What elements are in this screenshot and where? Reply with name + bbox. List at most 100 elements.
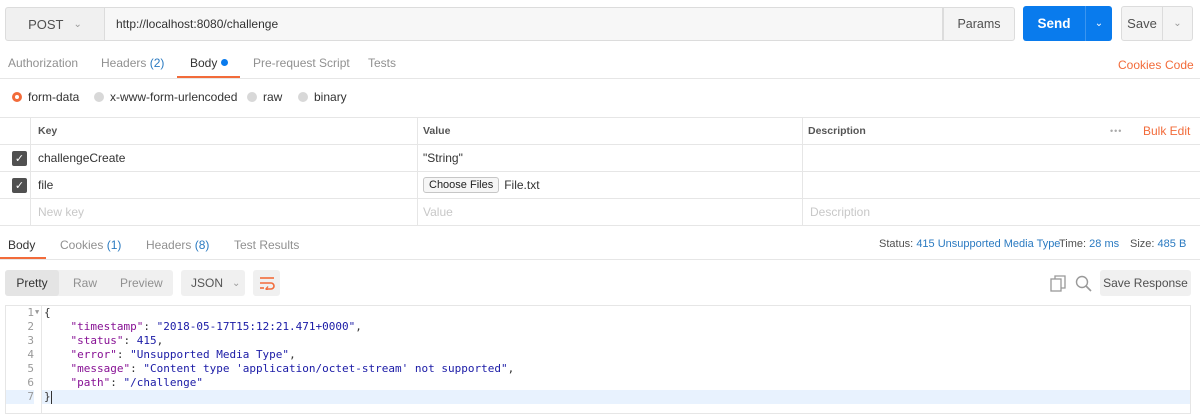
table-row: ✓ challengeCreate "String"	[0, 145, 1200, 172]
tab-headers[interactable]: Headers (2)	[101, 56, 164, 70]
file-name: File.txt	[504, 178, 540, 192]
tab-label: Cookies	[60, 238, 104, 252]
radio-icon	[298, 92, 308, 102]
new-value-input[interactable]: Value	[423, 199, 453, 225]
column-header-value: Value	[423, 125, 451, 137]
tab-count: (8)	[194, 238, 210, 252]
tab-label: Authorization	[8, 56, 79, 70]
divider	[0, 78, 1200, 79]
json-value: "Content type 'application/octet-stream'…	[143, 362, 508, 375]
code-link[interactable]: Code	[1165, 58, 1194, 72]
json-key: "path"	[70, 376, 111, 389]
time-value: 28 ms	[1089, 238, 1120, 250]
line-number: 3	[27, 334, 34, 347]
search-button[interactable]	[1074, 274, 1092, 292]
json-value: "2018-05-17T15:12:21.471+0000"	[156, 320, 356, 333]
value-input[interactable]: "String"	[423, 145, 463, 171]
tab-tests[interactable]: Tests	[368, 56, 396, 70]
line-number-gutter: 1 ▼ 2 3 4 5 6 7	[6, 306, 42, 413]
send-dropdown-button[interactable]: ⌄	[1085, 6, 1112, 41]
chevron-down-icon: ⌄	[73, 18, 82, 30]
response-time: Time: 28 ms	[1059, 238, 1119, 250]
code-line: {	[44, 306, 51, 319]
save-dropdown-button[interactable]: ⌄	[1162, 6, 1193, 41]
line-number: 4	[27, 348, 34, 361]
radio-selected-icon	[12, 92, 22, 102]
tab-body[interactable]: Body	[190, 56, 229, 70]
code-line: }	[44, 390, 51, 403]
new-key-input[interactable]: New key	[38, 199, 84, 225]
radio-binary[interactable]: binary	[298, 90, 347, 104]
code-line: "message": "Content type 'application/oc…	[70, 362, 515, 375]
format-select[interactable]: JSON ⌄	[181, 270, 245, 296]
response-tab-cookies[interactable]: Cookies (1)	[60, 238, 121, 252]
response-tab-test-results[interactable]: Test Results	[234, 238, 299, 252]
cookies-link[interactable]: Cookies	[1118, 58, 1161, 72]
tab-label: Headers	[146, 238, 192, 252]
column-divider	[30, 117, 31, 225]
json-key: "timestamp"	[70, 320, 144, 333]
view-raw-button[interactable]: Raw	[73, 270, 97, 296]
key-input[interactable]: file	[38, 172, 53, 198]
key-input[interactable]: challengeCreate	[38, 145, 125, 171]
copy-button[interactable]	[1049, 274, 1067, 292]
radio-icon	[247, 92, 257, 102]
table-row-new: New key Value Description	[0, 199, 1200, 226]
chevron-down-icon: ⌄	[1173, 18, 1182, 29]
line-number: 6	[27, 376, 34, 389]
send-button[interactable]: Send	[1023, 6, 1085, 41]
tab-label: Tests	[368, 56, 397, 70]
code-line: "timestamp": "2018-05-17T15:12:21.471+00…	[70, 320, 362, 333]
view-pretty-button[interactable]: Pretty	[5, 270, 59, 296]
checkmark-icon: ✓	[12, 177, 27, 193]
json-value: "/challenge"	[123, 376, 203, 389]
radio-raw[interactable]: raw	[247, 90, 282, 104]
json-key: "status"	[70, 334, 124, 347]
tab-pre-request-script[interactable]: Pre-request Script	[253, 56, 350, 70]
view-preview-button[interactable]: Preview	[120, 270, 163, 296]
wrap-lines-button[interactable]	[253, 270, 280, 296]
row-checkbox[interactable]: ✓	[12, 145, 27, 171]
radio-label: binary	[314, 90, 347, 104]
bulk-edit-link[interactable]: Bulk Edit	[1143, 118, 1190, 144]
json-key: "message"	[70, 362, 131, 375]
url-input[interactable]: http://localhost:8080/challenge	[105, 7, 943, 41]
line-number: 7	[6, 390, 34, 404]
line-number: 5	[27, 362, 34, 375]
radio-form-data[interactable]: form-data	[12, 90, 79, 104]
choose-files-button[interactable]: Choose Files	[423, 177, 500, 193]
format-label: JSON	[191, 276, 224, 290]
radio-icon	[94, 92, 104, 102]
status-value: 415 Unsupported Media Type	[916, 238, 1061, 250]
save-button[interactable]: Save	[1121, 6, 1163, 41]
response-body-editor[interactable]: 1 ▼ 2 3 4 5 6 7 { "timestamp": "2018-05-…	[5, 305, 1191, 414]
line-number: 2	[27, 320, 34, 333]
tab-authorization[interactable]: Authorization	[8, 56, 78, 70]
response-tab-body[interactable]: Body	[8, 238, 35, 252]
chevron-down-icon: ⌄	[1094, 18, 1104, 29]
fold-arrow-icon[interactable]: ▼	[35, 308, 39, 316]
active-line-highlight	[6, 390, 1190, 404]
row-checkbox[interactable]: ✓	[12, 172, 27, 198]
json-value: "Unsupported Media Type"	[130, 348, 290, 361]
method-select[interactable]: POST ⌄	[5, 7, 105, 41]
more-options-icon[interactable]: •••	[1110, 118, 1122, 144]
column-divider	[802, 117, 803, 225]
save-response-button[interactable]: Save Response	[1100, 270, 1191, 296]
tab-label: Body	[190, 56, 218, 70]
table-row: ✓ file Choose Files File.txt	[0, 172, 1200, 199]
new-description-input[interactable]: Description	[810, 199, 870, 225]
json-value: 415	[136, 334, 157, 347]
params-button[interactable]: Params	[943, 7, 1015, 41]
response-tab-headers[interactable]: Headers (8)	[146, 238, 209, 252]
radio-label: x-www-form-urlencoded	[110, 90, 238, 104]
text-cursor	[51, 391, 52, 404]
tab-count: (2)	[149, 56, 165, 70]
response-size: Size: 485 B	[1130, 238, 1186, 250]
code-line: "error": "Unsupported Media Type",	[70, 348, 296, 361]
line-number: 1	[27, 306, 34, 319]
table-header-row: Key Value Description ••• Bulk Edit	[0, 117, 1200, 145]
wrap-lines-icon	[259, 277, 275, 290]
radio-x-www-form-urlencoded[interactable]: x-www-form-urlencoded	[94, 90, 237, 104]
response-status: Status: 415 Unsupported Media Type	[879, 238, 1060, 250]
